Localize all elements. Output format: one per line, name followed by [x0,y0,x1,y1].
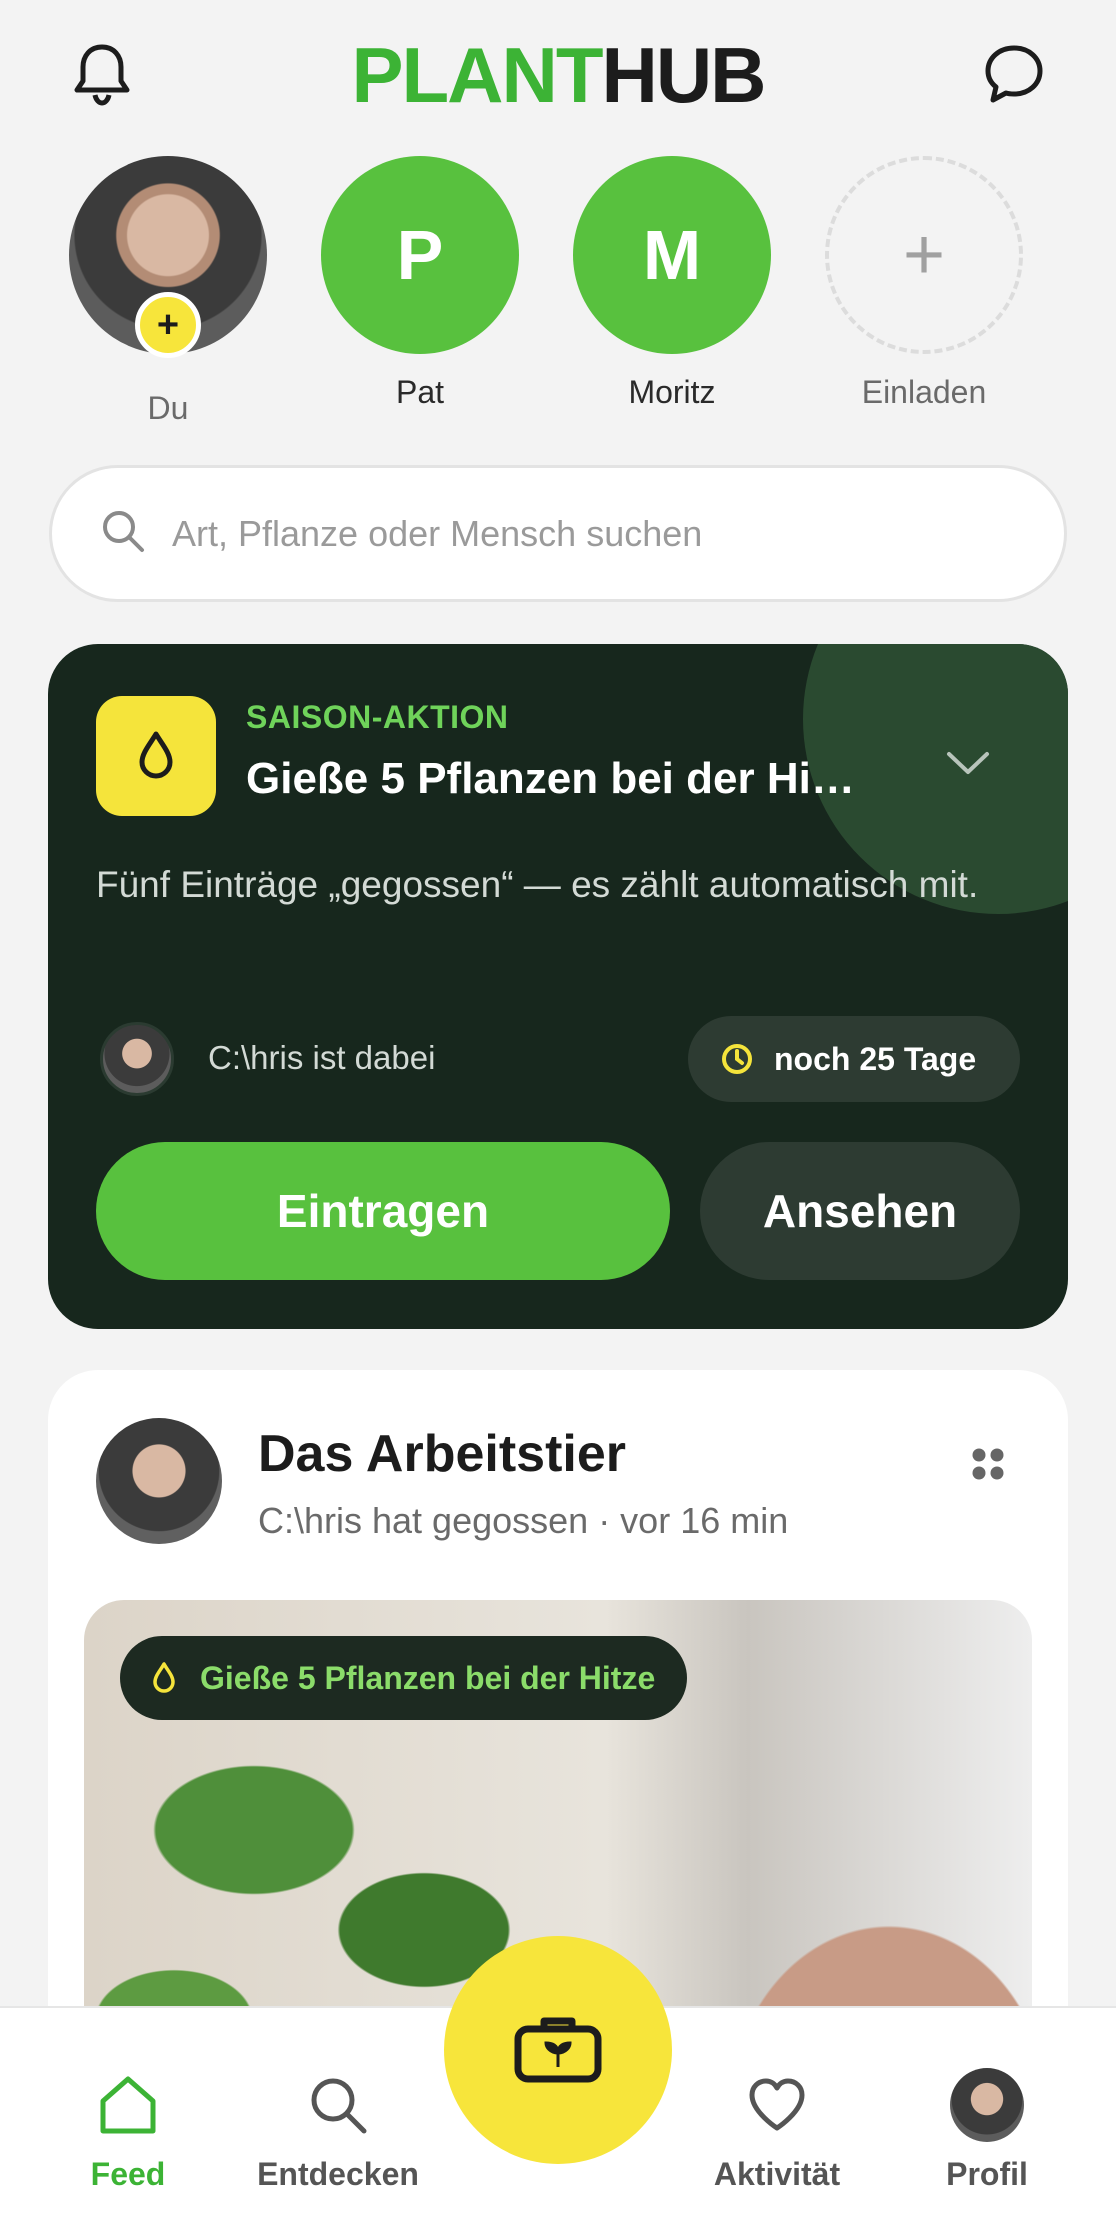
post-title: Das Arbeitstier [258,1425,626,1483]
plus-icon: + [825,156,1023,354]
participant-text: C:\hris ist dabei [208,1039,436,1076]
participate-button[interactable]: Eintragen [96,1142,670,1280]
search-icon [238,2068,438,2142]
nav-label: Profil [946,2156,1028,2192]
add-story-badge[interactable]: + [135,292,201,358]
nav-label: Aktivität [713,2156,841,2192]
promo-eyebrow: SAISON-AKTION [246,699,509,735]
logo-primary: PLANT [351,31,604,119]
water-drop-icon [153,1662,175,1693]
plant-kit-icon [512,2013,604,2088]
promo-title: Gieße 5 Pflanzen bei der Hitze [246,754,866,803]
nav-item-activity[interactable]: Aktivität [677,2068,877,2193]
nav-item-feed[interactable]: Feed [28,2068,228,2193]
avatar [950,2068,1024,2142]
nav-item-discover[interactable]: Entdecken [238,2068,438,2193]
story-label: Pat [395,374,445,410]
avatar: + [69,156,267,358]
challenge-tag-text: Gieße 5 Pflanzen bei der Hitze [200,1659,656,1696]
story-pat[interactable]: P Pat [320,156,520,411]
promo-description: Fünf Einträge „gegossen“ — es zählt auto… [96,864,979,905]
season-promo-card: SAISON-AKTION Gieße 5 Pflanzen bei der H… [48,644,1068,1329]
search-input[interactable] [172,512,992,555]
avatar [100,1022,174,1096]
search-icon [100,508,146,559]
remaining-time-text: noch 25 Tage [774,1040,977,1077]
search-bar[interactable] [49,465,1067,602]
chat-bubble-icon[interactable] [978,38,1050,110]
nav-item-profile[interactable]: Profil [887,2068,1087,2193]
story-label: Einladen [861,374,987,410]
avatar[interactable] [96,1418,222,1544]
water-drop-icon [96,696,216,816]
story-invite[interactable]: + Einladen [824,156,1024,411]
remaining-time-badge: noch 25 Tage [688,1016,1020,1102]
story-du[interactable]: + Du [68,156,268,427]
story-label: Moritz [628,374,716,410]
home-icon [28,2068,228,2142]
more-options-icon[interactable] [958,1434,1018,1494]
avatar: P [321,156,519,354]
chevron-down-icon[interactable] [938,734,998,794]
app-header: PLANTHUB [0,0,1116,150]
challenge-tag[interactable]: Gieße 5 Pflanzen bei der Hitze [120,1636,688,1720]
post-meta: C:\hris hat gegossen · vor 16 min [258,1500,789,1541]
story-moritz[interactable]: M Moritz [572,156,772,411]
nav-label: Feed [90,2156,166,2192]
clock-icon [722,1044,752,1074]
view-button[interactable]: Ansehen [700,1142,1020,1280]
app-logo: PLANTHUB [0,30,1116,120]
nav-label: Entdecken [257,2156,419,2192]
avatar: M [573,156,771,354]
logo-secondary: HUB [601,31,766,119]
add-entry-button[interactable] [444,1936,672,2164]
heart-icon [677,2068,877,2142]
story-label: Du [147,390,189,426]
